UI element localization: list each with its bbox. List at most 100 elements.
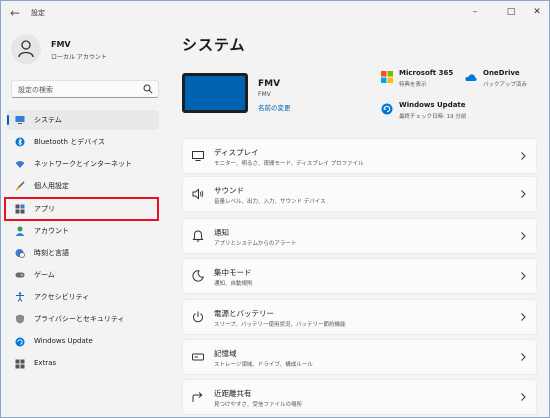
- sidebar-item-label: Windows Update: [34, 337, 93, 345]
- share-icon: [192, 392, 203, 402]
- window-title: 設定: [31, 9, 45, 17]
- shield-icon: [16, 314, 24, 324]
- card-title: 電源とバッテリー: [214, 309, 274, 318]
- paintbrush-icon: [15, 181, 25, 191]
- onedrive-icon: [465, 74, 477, 81]
- card-sound[interactable]: サウンド 音量レベル、出力、入力、サウンド デバイス: [182, 176, 537, 212]
- card-storage[interactable]: 記憶域 ストレージ領域、ドライブ、構成ルール: [182, 339, 537, 375]
- card-subtitle: ストレージ領域、ドライブ、構成ルール: [214, 362, 313, 368]
- quick-info-windows-update[interactable]: Windows Update 最終チェック日時: 19 分前: [381, 101, 491, 123]
- quick-info-title: Microsoft 365: [399, 69, 454, 77]
- back-arrow-icon[interactable]: ←: [7, 5, 23, 21]
- close-button[interactable]: ✕: [523, 4, 549, 20]
- sidebar-item-personalization[interactable]: 個人用設定: [7, 176, 159, 196]
- card-subtitle: 見つけやすさ、受信ファイルの場所: [214, 402, 303, 408]
- settings-window: ← 設定 – □ ✕ FMV ローカル アカウント 設定の検索 システム Blu…: [0, 0, 550, 418]
- monitor-icon: [15, 116, 25, 124]
- device-image: [182, 73, 248, 113]
- person-icon: [18, 40, 34, 58]
- quick-info-subtitle: 最終チェック日時: 19 分前: [399, 114, 467, 120]
- rename-link[interactable]: 名前の変更: [258, 102, 291, 112]
- sidebar-item-label: アクセシビリティ: [34, 293, 90, 301]
- update-icon: [15, 337, 25, 347]
- card-display[interactable]: ディスプレイ モニター、明るさ、夜間モード、ディスプレイ プロファイル: [182, 138, 537, 174]
- sidebar-item-bluetooth[interactable]: Bluetooth とデバイス: [7, 132, 159, 152]
- sidebar-item-system[interactable]: システム: [7, 110, 159, 130]
- quick-info-subtitle: 特典を表示: [399, 82, 427, 88]
- sidebar-item-windows-update[interactable]: Windows Update: [7, 332, 159, 352]
- card-title: 近距離共有: [214, 389, 252, 398]
- active-indicator: [7, 115, 9, 125]
- device-name: FMV: [258, 79, 281, 89]
- gamepad-icon: [15, 272, 25, 278]
- speaker-icon: [192, 188, 204, 200]
- card-focus-mode[interactable]: 集中モード 通知、自動規則: [182, 258, 537, 294]
- chevron-right-icon: [521, 353, 526, 361]
- highlight-frame: [4, 197, 159, 221]
- microsoft-365-icon: [381, 71, 393, 83]
- chevron-right-icon: [521, 190, 526, 198]
- bluetooth-icon: [15, 137, 25, 147]
- chevron-right-icon: [521, 393, 526, 401]
- sidebar-item-label: アカウント: [34, 227, 69, 235]
- card-subtitle: スリープ、バッテリー使用状況、バッテリー節約機能: [214, 322, 346, 328]
- chevron-right-icon: [521, 152, 526, 160]
- card-title: ディスプレイ: [214, 148, 259, 157]
- search-placeholder: 設定の検索: [18, 86, 53, 94]
- moon-icon: [192, 270, 204, 282]
- card-subtitle: アプリとシステムからのアラート: [214, 241, 297, 247]
- page-title: システム: [182, 36, 246, 54]
- sidebar-item-accessibility[interactable]: アクセシビリティ: [7, 287, 159, 307]
- device-model: FMV: [258, 91, 271, 98]
- card-nearby-sharing[interactable]: 近距離共有 見つけやすさ、受信ファイルの場所: [182, 379, 537, 415]
- storage-icon: [192, 353, 204, 361]
- avatar[interactable]: [11, 34, 41, 64]
- chevron-right-icon: [521, 313, 526, 321]
- sidebar-item-label: プライバシーとセキュリティ: [34, 315, 125, 323]
- sidebar-item-label: システム: [34, 116, 62, 124]
- power-icon: [193, 311, 203, 323]
- person-icon: [15, 226, 25, 236]
- search-input[interactable]: 設定の検索: [11, 80, 159, 98]
- accessibility-icon: [16, 292, 24, 302]
- search-icon: [143, 84, 153, 94]
- globe-clock-icon: [15, 249, 25, 258]
- card-subtitle: 音量レベル、出力、入力、サウンド デバイス: [214, 199, 326, 205]
- sidebar-item-network[interactable]: ネットワークとインターネット: [7, 154, 159, 174]
- sidebar-item-gaming[interactable]: ゲーム: [7, 265, 159, 285]
- sidebar-item-extras[interactable]: Extras: [7, 354, 159, 374]
- sidebar-item-accounts[interactable]: アカウント: [7, 221, 159, 241]
- card-title: 記憶域: [214, 349, 237, 358]
- quick-info-subtitle: バックアップ済み: [483, 82, 528, 88]
- chevron-right-icon: [521, 272, 526, 280]
- sidebar-item-label: ネットワークとインターネット: [34, 160, 132, 168]
- card-notifications[interactable]: 通知 アプリとシステムからのアラート: [182, 218, 537, 254]
- sidebar-item-label: ゲーム: [34, 271, 55, 279]
- chevron-right-icon: [521, 232, 526, 240]
- extras-icon: [15, 359, 25, 369]
- quick-info-title: OneDrive: [483, 69, 520, 77]
- maximize-button[interactable]: □: [497, 4, 525, 20]
- display-icon: [192, 151, 204, 161]
- windows-update-icon: [381, 103, 393, 115]
- title-bar: ← 設定 – □ ✕: [1, 1, 549, 25]
- sidebar-item-label: Bluetooth とデバイス: [34, 138, 105, 146]
- wifi-icon: [15, 161, 25, 168]
- sidebar-item-privacy-security[interactable]: プライバシーとセキュリティ: [7, 309, 159, 329]
- profile-account-type: ローカル アカウント: [51, 54, 107, 61]
- quick-info-onedrive[interactable]: OneDrive バックアップ済み: [465, 69, 545, 91]
- sidebar-item-label: 時刻と言語: [34, 249, 69, 257]
- card-title: 集中モード: [214, 268, 252, 277]
- quick-info-microsoft-365[interactable]: Microsoft 365 特典を表示: [381, 69, 461, 91]
- card-title: 通知: [214, 228, 229, 237]
- profile-name: FMV: [51, 40, 71, 49]
- sidebar-item-label: Extras: [34, 359, 57, 367]
- sidebar-item-time-language[interactable]: 時刻と言語: [7, 243, 159, 263]
- quick-info-title: Windows Update: [399, 101, 466, 109]
- sidebar-item-label: 個人用設定: [34, 182, 69, 190]
- card-subtitle: モニター、明るさ、夜間モード、ディスプレイ プロファイル: [214, 161, 364, 167]
- minimize-button[interactable]: –: [461, 4, 489, 20]
- card-power-battery[interactable]: 電源とバッテリー スリープ、バッテリー使用状況、バッテリー節約機能: [182, 299, 537, 335]
- bell-icon: [192, 230, 204, 242]
- card-subtitle: 通知、自動規則: [214, 281, 253, 287]
